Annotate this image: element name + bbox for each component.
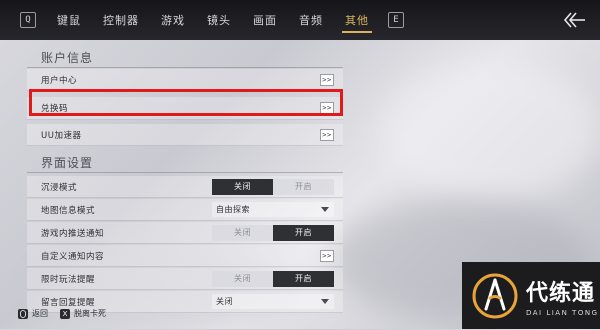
tab-game[interactable]: 游戏 <box>150 0 196 40</box>
hint-back[interactable]: 返回 <box>18 308 48 319</box>
message-reply-dropdown[interactable]: 关闭 <box>212 294 334 309</box>
row-label: UU加速器 <box>41 130 82 141</box>
open-user-center-button[interactable]: >> <box>320 73 334 86</box>
toggle-off-option[interactable]: 关闭 <box>212 178 273 195</box>
settings-panel: 账户信息 用户中心 >> 兑换码 >> UU加速器 >> 界面设置 沉浸模式 关… <box>27 43 343 313</box>
tab-keyboard-mouse[interactable]: 键鼠 <box>46 0 92 40</box>
section-title-account: 账户信息 <box>27 43 343 68</box>
hint-label: 脱离卡死 <box>74 309 106 318</box>
timed-reminder-toggle: 关闭 开启 <box>212 270 334 287</box>
toggle-off-option[interactable]: 关闭 <box>212 224 273 241</box>
row-uu-accelerator[interactable]: UU加速器 >> <box>27 124 343 146</box>
map-info-mode-dropdown[interactable]: 自由探索 <box>212 202 334 217</box>
tab-graphics[interactable]: 画面 <box>242 0 288 40</box>
watermark-logo: 代练通 DAI LIAN TONG <box>462 262 600 329</box>
row-label: 限时玩法提醒 <box>41 274 96 285</box>
toggle-off-option[interactable]: 关闭 <box>212 270 273 287</box>
row-label: 游戏内推送通知 <box>41 228 105 239</box>
toggle-on-option[interactable]: 开启 <box>273 270 334 287</box>
key-e-next-tab[interactable]: E <box>388 12 404 28</box>
tab-audio[interactable]: 音频 <box>288 0 334 40</box>
key-q-prev-tab[interactable]: Q <box>20 12 36 28</box>
dropdown-value: 关闭 <box>216 297 233 306</box>
back-arrow-icon[interactable] <box>562 9 586 31</box>
tab-camera[interactable]: 镜头 <box>196 0 242 40</box>
open-custom-notify-button[interactable]: >> <box>320 249 334 262</box>
row-immersive-mode: 沉浸模式 关闭 开启 <box>27 176 343 198</box>
toggle-on-option[interactable]: 开启 <box>273 178 334 195</box>
background-mist <box>380 60 600 200</box>
row-in-game-notify: 游戏内推送通知 关闭 开启 <box>27 222 343 244</box>
compass-logo-icon <box>472 273 518 318</box>
tab-list: 键鼠 控制器 游戏 镜头 画面 音频 其他 <box>46 0 380 40</box>
immersive-mode-toggle: 关闭 开启 <box>212 178 334 195</box>
hint-label: 返回 <box>32 309 48 318</box>
watermark-en: DAI LIAN TONG <box>526 308 599 317</box>
hint-unstuck[interactable]: X 脱离卡死 <box>60 308 106 319</box>
section-title-interface: 界面设置 <box>27 148 343 173</box>
open-uu-accelerator-button[interactable]: >> <box>320 128 334 141</box>
row-timed-reminder: 限时玩法提醒 关闭 开启 <box>27 268 343 290</box>
highlight-box <box>29 89 343 116</box>
control-hints: 返回 X 脱离卡死 <box>18 308 118 319</box>
chevron-down-icon <box>321 299 329 304</box>
dropdown-value: 自由探索 <box>216 205 250 214</box>
tab-controller[interactable]: 控制器 <box>92 0 150 40</box>
row-map-info-mode[interactable]: 地图信息模式 自由探索 <box>27 199 343 221</box>
row-label: 沉浸模式 <box>41 182 78 193</box>
toggle-on-option[interactable]: 开启 <box>273 224 334 241</box>
row-label: 用户中心 <box>41 75 78 86</box>
tab-other[interactable]: 其他 <box>334 0 380 40</box>
row-label: 留言回复提醒 <box>41 297 96 308</box>
watermark-cn: 代练通 <box>526 280 596 306</box>
settings-tab-bar: Q 键鼠 控制器 游戏 镜头 画面 音频 其他 E <box>0 0 600 40</box>
chevron-down-icon <box>321 207 329 212</box>
mouse-icon <box>18 308 28 319</box>
watermark-text: 代练通 DAI LIAN TONG <box>526 275 599 317</box>
row-label: 自定义通知内容 <box>41 251 105 262</box>
in-game-notify-toggle: 关闭 开启 <box>212 224 334 241</box>
row-label: 地图信息模式 <box>41 205 96 216</box>
key-x-icon: X <box>60 308 70 319</box>
row-custom-notify-content[interactable]: 自定义通知内容 >> <box>27 245 343 267</box>
row-user-center[interactable]: 用户中心 >> <box>27 69 343 91</box>
